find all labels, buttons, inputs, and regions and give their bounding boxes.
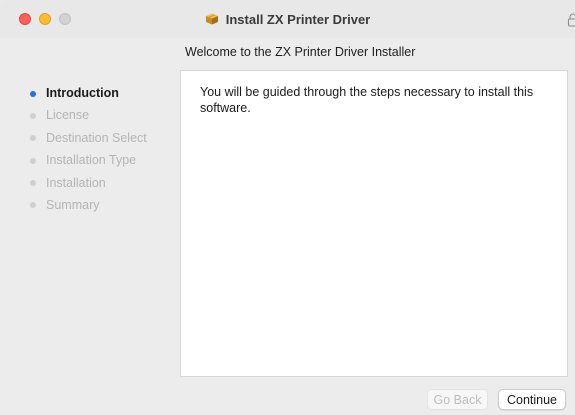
page-heading: Welcome to the ZX Printer Driver Install… [185, 45, 416, 59]
step-license: License [0, 104, 180, 126]
title-bar[interactable]: Install ZX Printer Driver [0, 0, 575, 38]
installer-window: Install ZX Printer Driver Welcome to the… [0, 0, 575, 415]
step-introduction: Introduction [0, 82, 180, 104]
window-title-group: Install ZX Printer Driver [0, 0, 575, 38]
step-indicator-icon [30, 90, 36, 97]
step-label: License [46, 108, 90, 123]
content-panel: You will be guided through the steps nec… [180, 70, 568, 377]
step-label: Installation Type [46, 153, 137, 168]
step-label: Introduction [46, 86, 119, 100]
step-sidebar: Introduction License Destination Select … [0, 82, 180, 216]
step-indicator-icon [30, 157, 36, 164]
step-indicator-icon [30, 135, 36, 142]
step-label: Destination Select [46, 130, 147, 145]
step-label: Summary [46, 197, 100, 212]
package-icon [205, 13, 218, 25]
step-installation-type: Installation Type [0, 149, 180, 171]
step-summary: Summary [0, 194, 180, 216]
go-back-button[interactable]: Go Back [427, 389, 488, 410]
continue-button[interactable]: Continue [498, 389, 566, 410]
lock-icon[interactable] [567, 13, 575, 27]
step-label: Installation [46, 175, 106, 190]
step-indicator-icon [30, 112, 36, 119]
step-indicator-icon [30, 180, 36, 187]
step-installation: Installation [0, 172, 180, 194]
step-destination-select: Destination Select [0, 127, 180, 149]
step-indicator-icon [30, 202, 36, 209]
intro-text: You will be guided through the steps nec… [200, 85, 534, 115]
window-title: Install ZX Printer Driver [225, 11, 371, 27]
